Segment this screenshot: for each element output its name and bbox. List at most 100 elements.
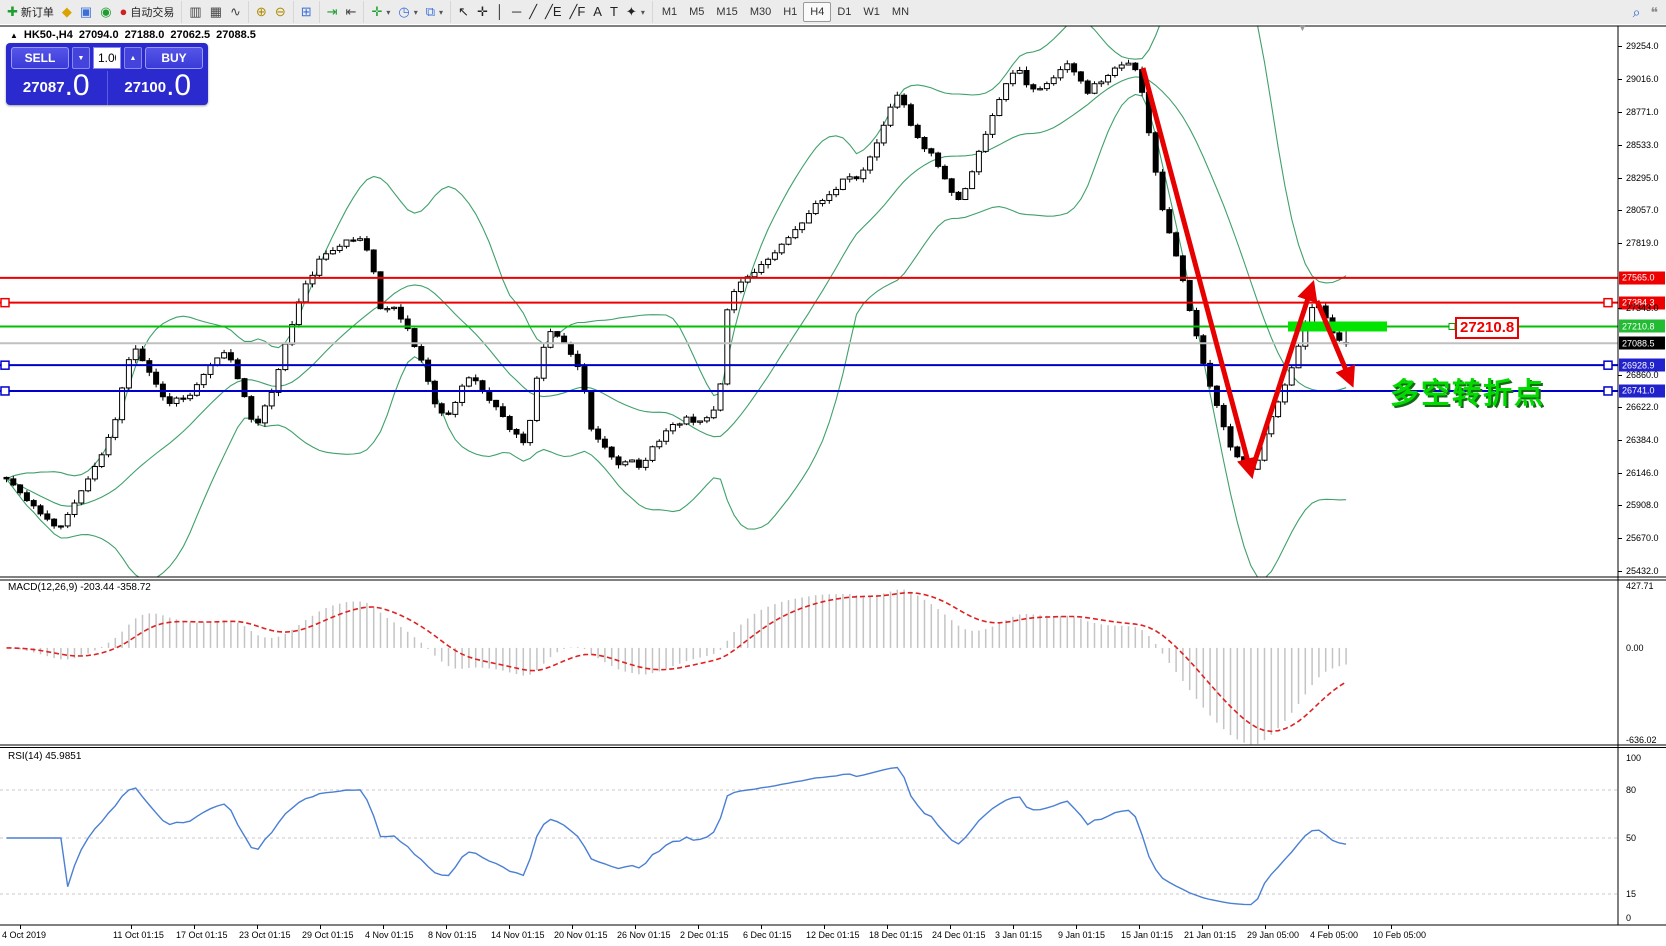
bull-candle [990,116,995,135]
fibonacci-tool-icon: ╱F [570,2,586,22]
bull-candle [324,254,329,259]
fibonacci-tool-button[interactable]: ╱F [566,2,590,22]
indicators-icon: ✛ [371,2,382,22]
bull-candle [752,272,757,276]
bear-candle [1078,72,1083,81]
indicators-button[interactable]: ✛▾ [367,2,394,22]
bull-candle [766,259,771,264]
buy-price[interactable]: 27100.0 [108,71,209,105]
tile-windows-button[interactable]: ⊞ [297,2,316,22]
text-label-tool-button[interactable]: T [606,2,622,22]
templates-button-caret-icon[interactable]: ▾ [439,8,443,17]
highlight-zone-rect[interactable] [1288,321,1387,331]
support-line-26928[interactable] [0,361,1618,369]
line-handle[interactable] [1,299,9,307]
horizontal-line-tool-button[interactable]: ─ [508,2,525,22]
timeframe-h1-button[interactable]: H1 [777,2,803,22]
tick-mark [257,925,258,929]
bear-candle [1160,172,1165,209]
timeframe-mn-button[interactable]: MN [886,2,915,22]
downtrend-arrow[interactable] [1143,68,1251,473]
bar-chart-button[interactable]: ▥ [185,2,205,22]
chart-shift-marker[interactable]: ▼ [1298,23,1307,33]
channel-tool-button[interactable]: ╱E [541,2,566,22]
bear-candle [181,398,186,399]
resistance-line-27565-price-tag: 27565.0 [1619,271,1665,284]
scroll-group: ⇥⇤ [319,1,364,23]
line-handle[interactable] [1,387,9,395]
line-handle[interactable] [1604,387,1612,395]
candlestick-chart-button[interactable]: ▦ [206,2,226,22]
periods-button[interactable]: ◷▾ [394,2,421,22]
timeframe-d1-button[interactable]: D1 [831,2,857,22]
bull-candle [92,466,97,478]
arrows-tool-button-caret-icon[interactable]: ▾ [641,8,645,17]
bull-candle [786,238,791,245]
line-handle[interactable] [1,361,9,369]
chat-icon[interactable]: ❝ [1650,4,1658,21]
deposit-button[interactable]: ◆ [58,2,76,22]
bear-candle [1174,233,1179,256]
bear-candle [38,506,43,514]
indicator-tick-label: 427.71 [1626,581,1654,591]
timeframe-m15-button[interactable]: M15 [710,2,743,22]
timeframe-w1-button[interactable]: W1 [857,2,886,22]
price-tick-label: 28771.0 [1626,107,1659,117]
line-handle[interactable] [1604,361,1612,369]
search-icon[interactable]: ⌕ [1633,4,1641,21]
volume-input[interactable] [93,47,121,69]
turning-point-text[interactable]: 多空转折点 [1390,370,1545,412]
bull-candle [963,189,968,200]
bull-candle [1119,65,1124,68]
price-callout-27210[interactable]: 27210.8 [1455,317,1519,339]
bear-candle [432,381,437,403]
bear-candle [1153,133,1158,172]
rebound-up-arrow[interactable] [1251,286,1312,473]
zoom-out-button[interactable]: ⊖ [271,2,290,22]
autotrading-button[interactable]: ●自动交易 [116,2,179,22]
new-order-button[interactable]: ✚新订单 [3,2,58,22]
sell-price[interactable]: 27087.0 [6,71,108,105]
timeframe-m30-button[interactable]: M30 [744,2,777,22]
bull-candle [65,514,70,525]
bear-candle [1085,81,1090,93]
bull-candle [834,189,839,194]
tick-mark [383,925,384,929]
periods-button-caret-icon[interactable]: ▾ [414,8,418,17]
chart-shift-button[interactable]: ⇤ [342,2,361,22]
volume-down-button[interactable]: ▼ [72,47,90,69]
trendline-tool-button[interactable]: ╱ [525,2,541,22]
sell-button[interactable]: SELL [11,47,69,69]
tick-mark [1391,925,1392,929]
bull-candle [120,388,125,420]
chart-canvas[interactable] [0,24,1666,946]
tick-mark [1618,407,1622,408]
market-window-button[interactable]: ▣ [76,2,96,22]
legend-low: 27062.5 [170,29,210,41]
bull-candle [847,177,852,179]
tick-mark [1618,112,1622,113]
zoom-in-button[interactable]: ⊕ [252,2,271,22]
timeframe-h4-button[interactable]: H4 [803,2,831,22]
text-tool-button[interactable]: A [589,2,606,22]
auto-scroll-icon: ⇥ [327,2,338,22]
vertical-line-tool-button[interactable]: │ [492,2,508,22]
tick-mark [1618,440,1622,441]
templates-button[interactable]: ⧉▾ [422,2,447,22]
cursor-tool-button[interactable]: ↖ [454,2,473,22]
timeframe-m1-button[interactable]: M1 [656,2,683,22]
arrows-tool-button[interactable]: ✦▾ [622,2,649,22]
volume-up-button[interactable]: ▲ [124,47,142,69]
indicators-button-caret-icon[interactable]: ▾ [386,8,390,17]
auto-scroll-button[interactable]: ⇥ [323,2,342,22]
collapse-panel-icon[interactable]: ▲ [10,31,18,40]
line-handle[interactable] [1604,299,1612,307]
resistance-line-27384[interactable] [0,299,1618,307]
timeframe-m5-button[interactable]: M5 [683,2,710,22]
crosshair-tool-button[interactable]: ✛ [473,2,492,22]
signal-button[interactable]: ◉ [96,2,115,22]
line-chart-button[interactable]: ∿ [226,2,245,22]
buy-button[interactable]: BUY [145,47,203,69]
bull-candle [779,244,784,253]
time-tick-label: 26 Nov 01:15 [617,930,671,940]
